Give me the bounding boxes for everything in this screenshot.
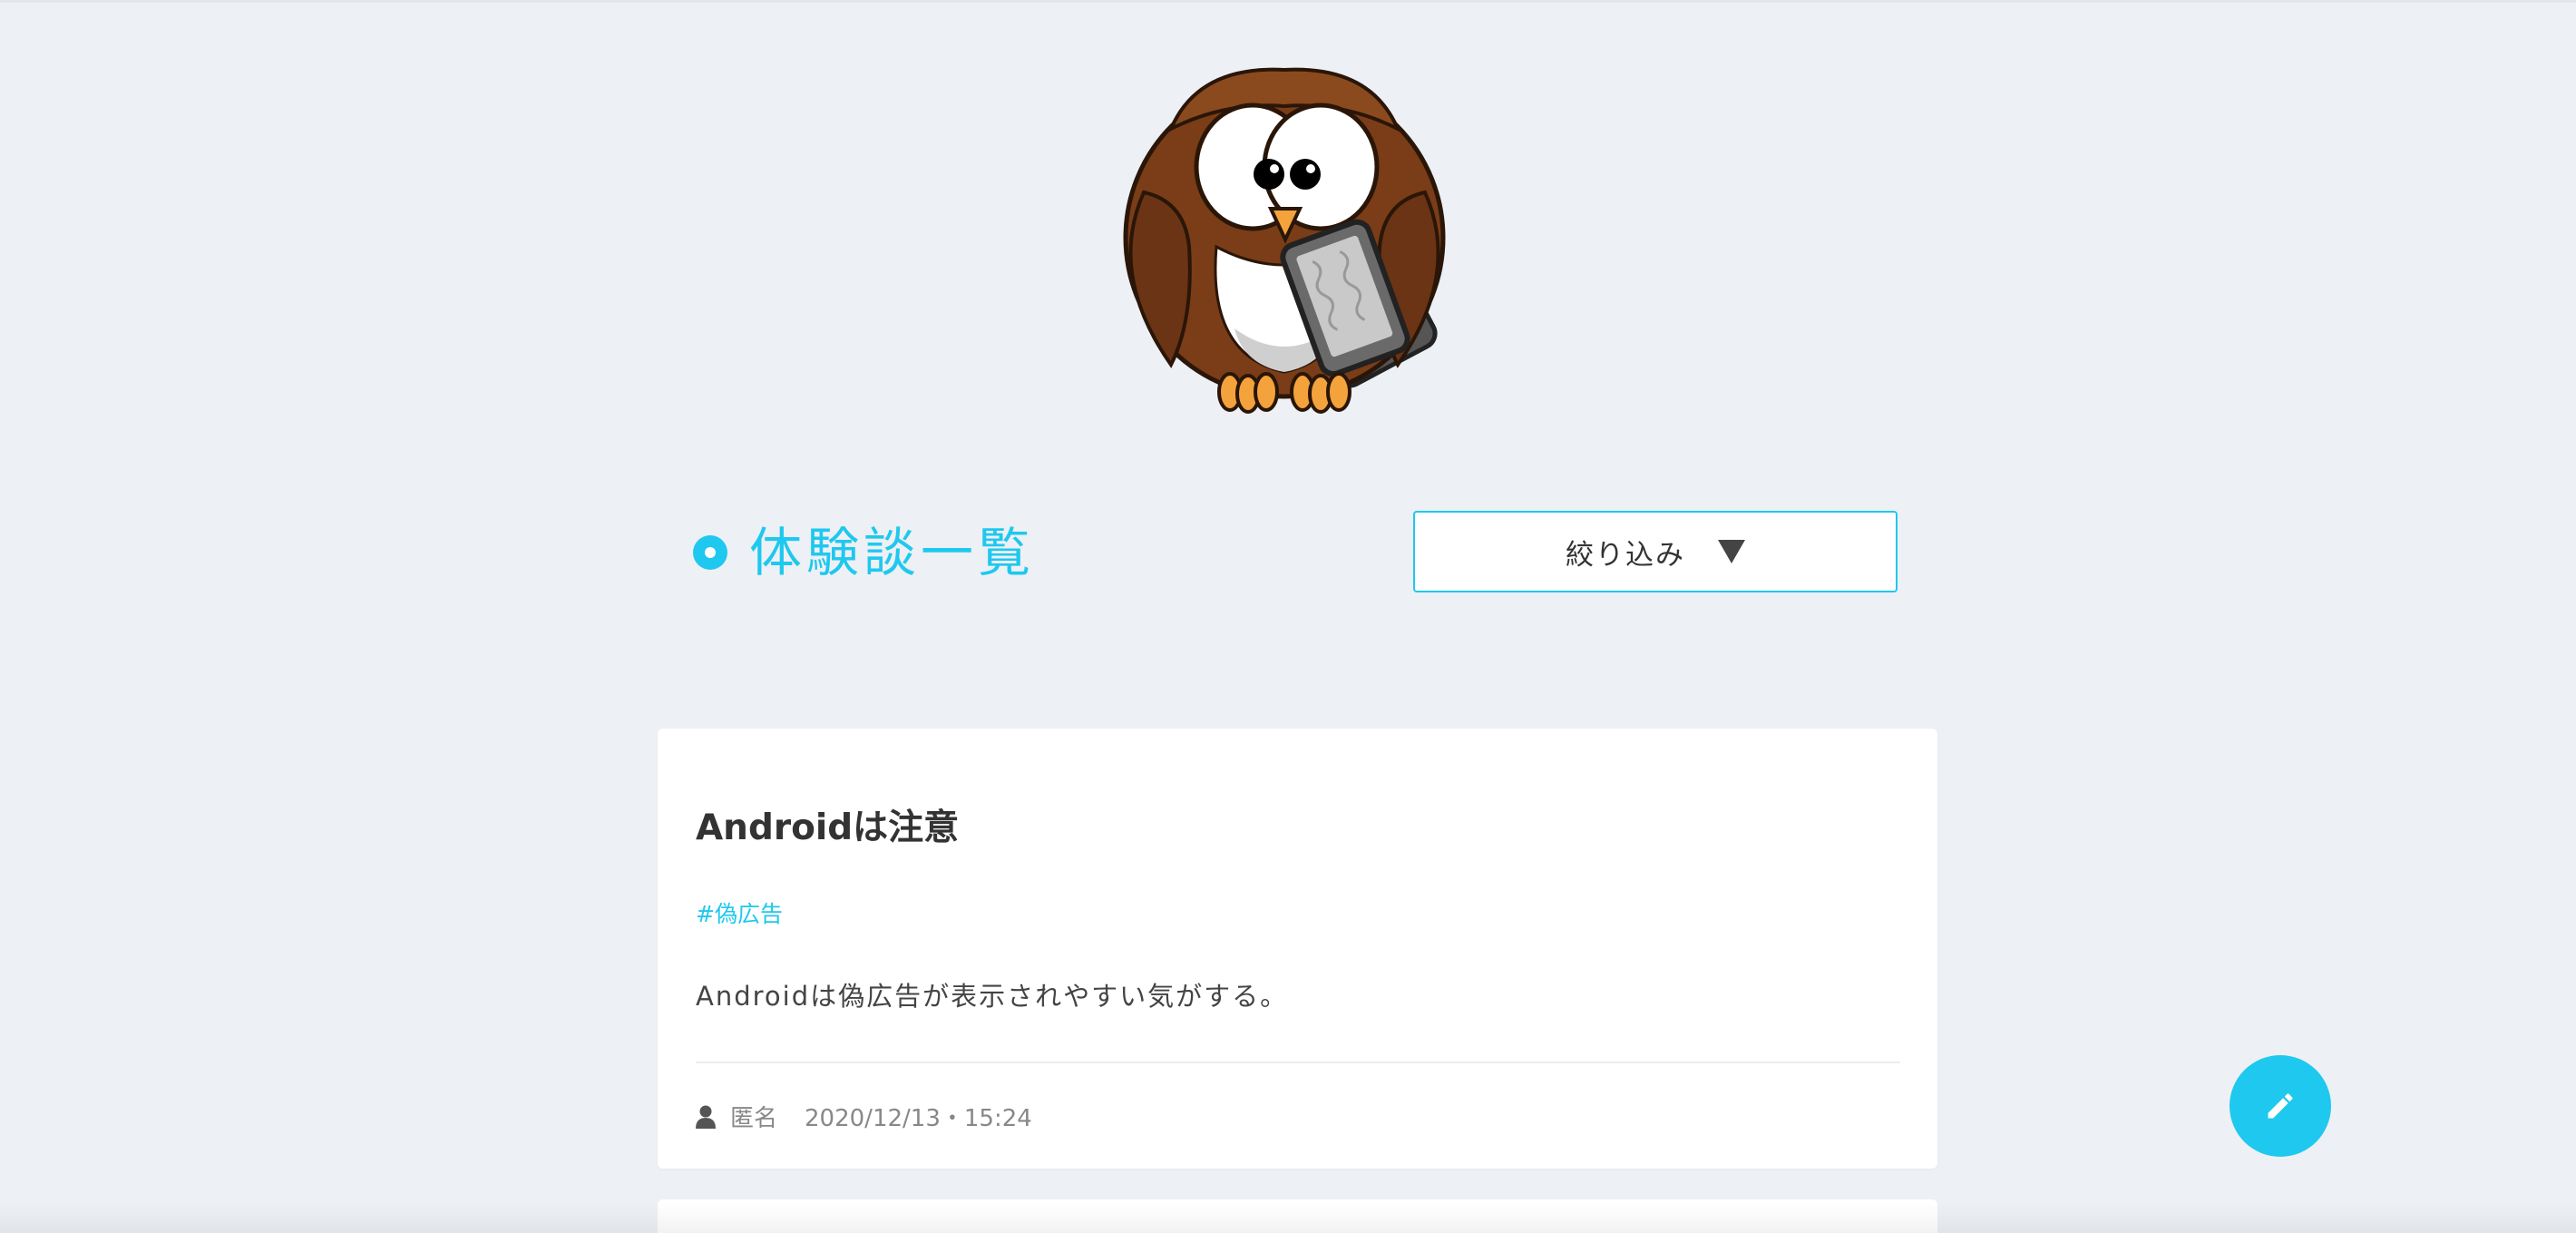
- filter-label: 絞り込み: [1566, 538, 1685, 572]
- post-body: Androidは偽広告が表示されやすい気がする。: [696, 981, 1289, 1012]
- owl-logo-icon: [1107, 65, 1479, 414]
- card-divider: [696, 1062, 1900, 1063]
- filter-dropdown-button[interactable]: 絞り込み: [1413, 511, 1898, 592]
- post-meta: 匿名 2020/12/13・15:24: [696, 1100, 1032, 1133]
- section-header: 体験談一覧: [693, 514, 1035, 592]
- caret-down-icon: [1718, 540, 1745, 563]
- page-title: 体験談一覧: [749, 522, 1036, 583]
- circle-bullet-icon: [693, 535, 727, 570]
- user-icon: [696, 1105, 716, 1129]
- post-card[interactable]: Androidは注意 #偽広告 Androidは偽広告が表示されやすい気がする。…: [658, 729, 1937, 1169]
- post-author: 匿名: [730, 1105, 778, 1132]
- pencil-icon: [2268, 1093, 2293, 1119]
- new-post-button[interactable]: [2230, 1055, 2331, 1157]
- post-tag-link[interactable]: #偽広告: [696, 896, 783, 929]
- top-border: [0, 0, 2576, 3]
- post-title[interactable]: Androidは注意: [696, 799, 959, 850]
- post-datetime: 2020/12/13・15:24: [805, 1105, 1032, 1132]
- post-card-next[interactable]: [658, 1199, 1937, 1233]
